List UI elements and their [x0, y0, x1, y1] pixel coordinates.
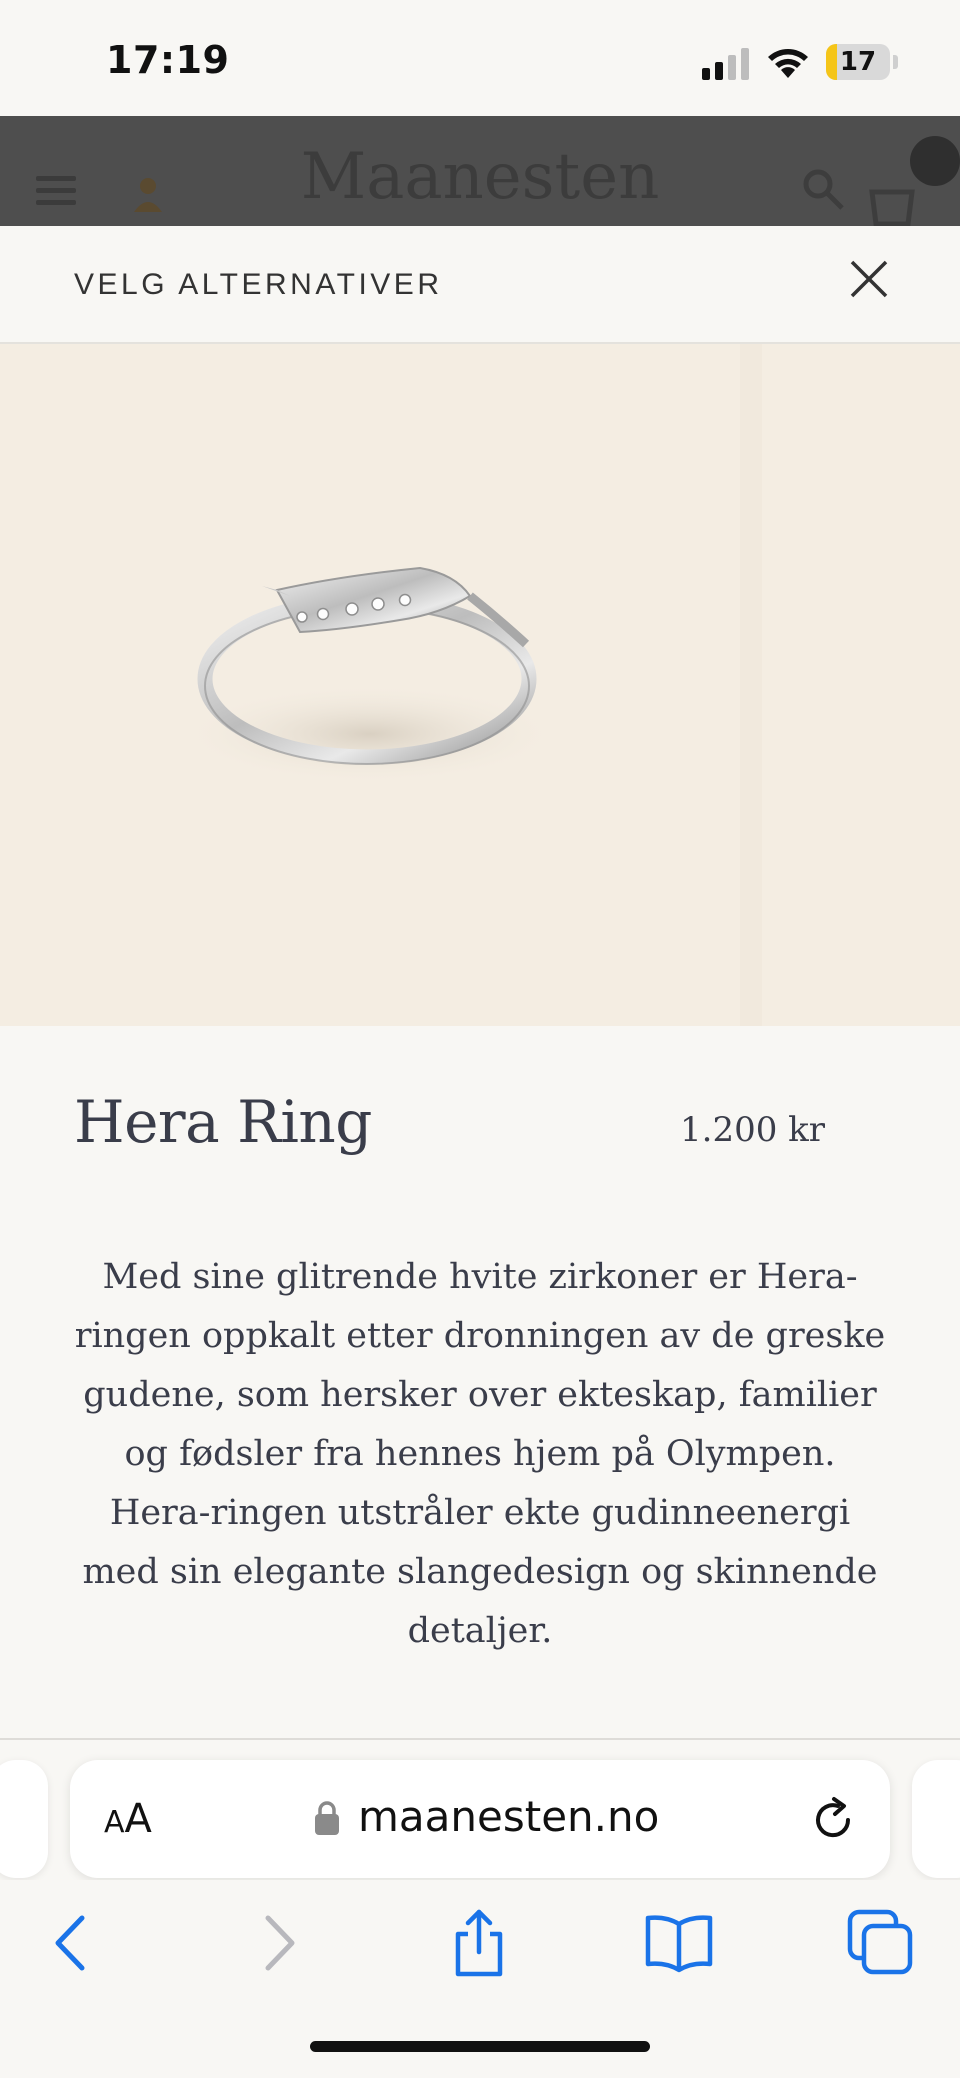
bookmarks-icon[interactable] — [644, 1908, 714, 1978]
tabs-icon[interactable] — [846, 1908, 916, 1978]
product-name: Hera Ring — [74, 1088, 372, 1156]
url-text: maanesten.no — [358, 1792, 660, 1841]
forward-icon[interactable] — [244, 1908, 314, 1978]
reload-icon[interactable] — [810, 1794, 858, 1844]
cart-count-badge — [910, 136, 960, 186]
battery-icon: 17 — [826, 44, 890, 80]
text-size-button[interactable]: AA — [104, 1796, 152, 1842]
wifi-icon — [768, 49, 808, 78]
battery-nub — [893, 55, 898, 69]
product-description: Med sine glitrende hvite zirkoner er Her… — [74, 1257, 886, 1651]
battery-level: 17 — [839, 47, 877, 77]
previous-tab-preview[interactable] — [0, 1760, 48, 1878]
status-bar: 17:19 17 — [0, 0, 960, 116]
cart-icon — [869, 189, 915, 226]
back-icon[interactable] — [36, 1908, 106, 1978]
status-time: 17:19 — [106, 38, 230, 82]
text-size-small-label: A — [104, 1805, 125, 1840]
address-bar[interactable]: AA maanesten.no — [70, 1760, 890, 1878]
close-icon[interactable] — [846, 256, 892, 302]
site-header: Maanesten — [0, 116, 960, 226]
divider — [0, 1738, 960, 1740]
share-icon[interactable] — [444, 1908, 514, 1978]
product-image[interactable] — [0, 344, 960, 1026]
product-price: 1.200 kr — [680, 1110, 825, 1150]
sheet-title: VELG ALTERNATIVER — [74, 268, 443, 301]
next-tab-preview[interactable] — [912, 1760, 960, 1878]
ring-image — [180, 566, 560, 784]
options-sheet-header: VELG ALTERNATIVER — [0, 226, 960, 344]
cellular-signal-icon — [702, 46, 750, 80]
lock-icon — [315, 1801, 339, 1835]
search-icon — [803, 169, 844, 210]
browser-toolbar — [0, 1880, 960, 2078]
text-size-large-label: A — [124, 1796, 152, 1842]
home-indicator — [310, 2041, 650, 2052]
